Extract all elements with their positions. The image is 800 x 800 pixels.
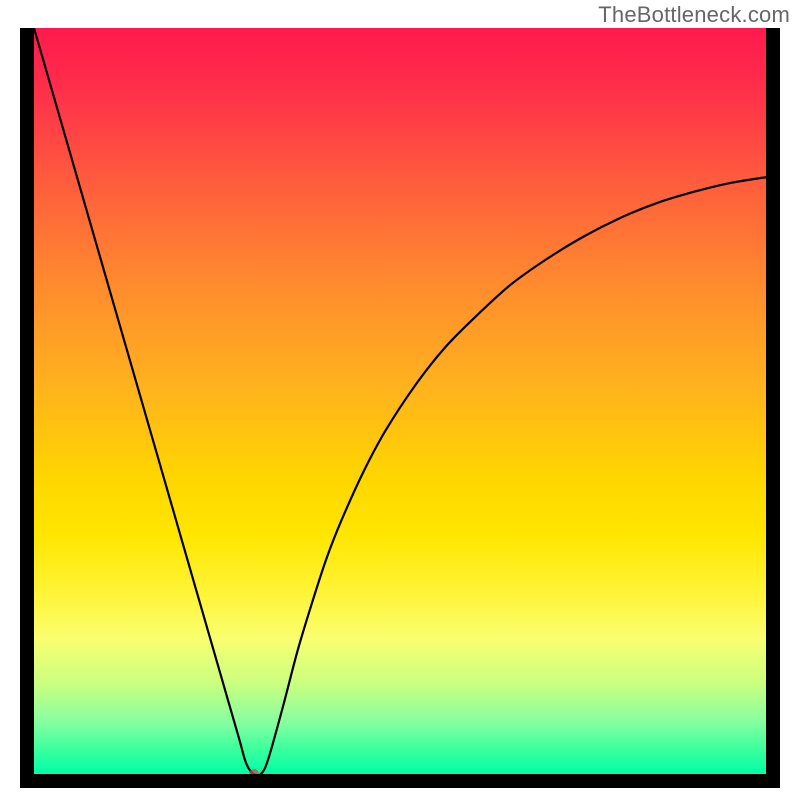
chart-container: TheBottleneck.com <box>0 0 800 800</box>
plot-frame <box>20 28 780 788</box>
minimum-marker <box>249 769 259 774</box>
plot-area <box>34 28 766 774</box>
bottleneck-curve <box>34 28 766 774</box>
watermark-text: TheBottleneck.com <box>598 2 790 28</box>
